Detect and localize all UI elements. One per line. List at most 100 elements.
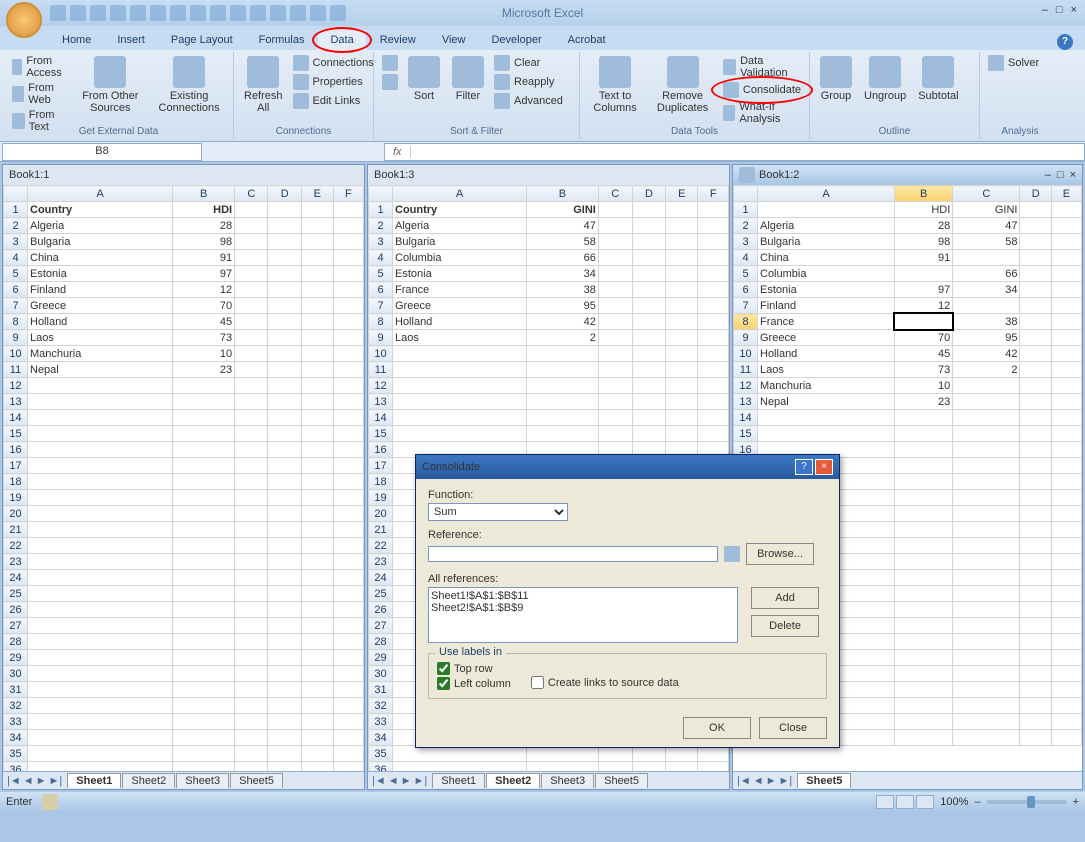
page-layout-view-icon[interactable] <box>896 795 914 809</box>
cell[interactable] <box>1051 282 1081 298</box>
cell[interactable] <box>698 234 729 250</box>
row-header[interactable]: 20 <box>4 506 28 522</box>
cell[interactable] <box>235 682 268 698</box>
cell[interactable] <box>598 282 632 298</box>
column-header[interactable]: D <box>632 186 666 202</box>
cell[interactable] <box>268 730 301 746</box>
row-header[interactable]: 27 <box>4 618 28 634</box>
cell[interactable]: 34 <box>953 282 1020 298</box>
cell[interactable] <box>333 378 363 394</box>
row-header[interactable]: 24 <box>4 570 28 586</box>
cell[interactable] <box>698 250 729 266</box>
cell[interactable] <box>333 522 363 538</box>
column-header[interactable]: C <box>598 186 632 202</box>
cell[interactable] <box>666 330 698 346</box>
cell[interactable] <box>235 362 268 378</box>
cell[interactable] <box>1051 554 1081 570</box>
cell[interactable] <box>953 554 1020 570</box>
cell[interactable] <box>301 378 333 394</box>
cell[interactable]: China <box>758 250 895 266</box>
cell[interactable]: Laos <box>28 330 173 346</box>
cell[interactable] <box>1051 410 1081 426</box>
cell[interactable] <box>235 330 268 346</box>
zoom-out-button[interactable]: – <box>974 796 980 808</box>
cell[interactable] <box>953 522 1020 538</box>
row-header[interactable]: 7 <box>734 298 758 314</box>
cell[interactable] <box>28 458 173 474</box>
cell[interactable]: 73 <box>895 362 953 378</box>
cell[interactable]: Columbia <box>393 250 527 266</box>
row-header[interactable]: 5 <box>734 266 758 282</box>
row-header[interactable]: 15 <box>734 426 758 442</box>
cell[interactable] <box>28 522 173 538</box>
cell[interactable] <box>526 762 598 772</box>
row-header[interactable]: 10 <box>369 346 393 362</box>
cell[interactable]: 97 <box>895 282 953 298</box>
cell[interactable] <box>632 282 666 298</box>
cell[interactable] <box>526 362 598 378</box>
sheet-nav-first[interactable]: |◄ <box>372 775 386 787</box>
cell[interactable] <box>333 410 363 426</box>
cell[interactable] <box>895 474 953 490</box>
cell[interactable] <box>235 266 268 282</box>
calc-icon[interactable] <box>290 5 306 21</box>
cell[interactable] <box>301 666 333 682</box>
remove-duplicates-button[interactable]: Remove Duplicates <box>648 54 717 116</box>
cell[interactable] <box>235 666 268 682</box>
cell[interactable] <box>173 698 235 714</box>
cell[interactable] <box>666 346 698 362</box>
cell[interactable] <box>953 298 1020 314</box>
cell[interactable] <box>895 554 953 570</box>
cell[interactable] <box>333 698 363 714</box>
column-header[interactable]: E <box>666 186 698 202</box>
cell[interactable] <box>333 714 363 730</box>
cell[interactable] <box>1051 506 1081 522</box>
cell[interactable] <box>698 346 729 362</box>
cell[interactable] <box>698 266 729 282</box>
cell[interactable] <box>598 762 632 772</box>
cell[interactable] <box>28 586 173 602</box>
cell[interactable]: Bulgaria <box>393 234 527 250</box>
cell[interactable] <box>268 266 301 282</box>
cell[interactable] <box>268 506 301 522</box>
from-web-button[interactable]: From Web <box>10 81 69 107</box>
row-header[interactable]: 10 <box>4 346 28 362</box>
cell[interactable] <box>598 202 632 218</box>
row-header[interactable]: 6 <box>369 282 393 298</box>
cell[interactable] <box>301 634 333 650</box>
cell[interactable] <box>953 490 1020 506</box>
help-icon[interactable]: ? <box>1057 34 1073 50</box>
cell[interactable] <box>268 586 301 602</box>
cell[interactable]: 58 <box>526 234 598 250</box>
cell[interactable] <box>333 730 363 746</box>
browse-button[interactable]: Browse... <box>746 543 814 565</box>
tab-page-layout[interactable]: Page Layout <box>159 30 245 50</box>
cell[interactable] <box>1051 538 1081 554</box>
cell[interactable] <box>268 746 301 762</box>
cell[interactable] <box>235 282 268 298</box>
row-header[interactable]: 18 <box>369 474 393 490</box>
cell[interactable] <box>28 714 173 730</box>
cell[interactable]: 10 <box>895 378 953 394</box>
cell[interactable]: 98 <box>173 234 235 250</box>
cell[interactable] <box>632 346 666 362</box>
row-header[interactable]: 9 <box>369 330 393 346</box>
cell[interactable] <box>268 298 301 314</box>
cell[interactable] <box>173 506 235 522</box>
cell[interactable] <box>895 458 953 474</box>
cell[interactable] <box>1051 522 1081 538</box>
row-header[interactable]: 14 <box>4 410 28 426</box>
sheet-nav-right[interactable]: ► <box>36 775 47 787</box>
cell[interactable]: Algeria <box>758 218 895 234</box>
cell[interactable] <box>1051 346 1081 362</box>
cell[interactable] <box>301 618 333 634</box>
cell[interactable] <box>895 682 953 698</box>
sort-desc-icon[interactable] <box>230 5 246 21</box>
cell[interactable] <box>235 522 268 538</box>
cell[interactable] <box>632 218 666 234</box>
cell[interactable]: 73 <box>173 330 235 346</box>
cell[interactable] <box>333 474 363 490</box>
minimize-icon[interactable]: – <box>1042 4 1048 16</box>
cell[interactable] <box>895 714 953 730</box>
cell[interactable] <box>1051 266 1081 282</box>
